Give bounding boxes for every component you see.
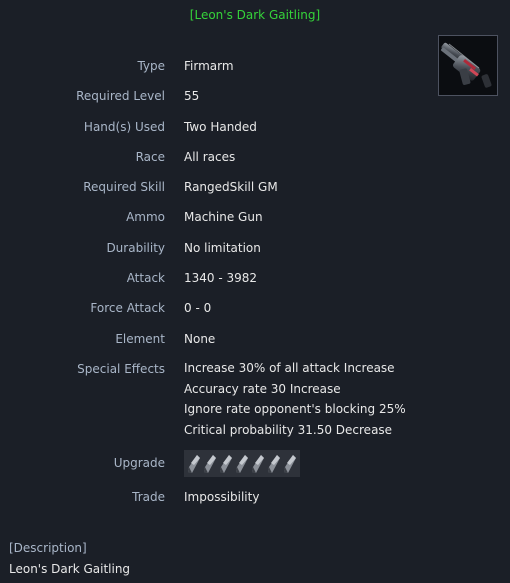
stat-value: 0 - 0 — [184, 301, 212, 315]
talic-crystal-icon — [188, 454, 200, 473]
stat-value: Impossibility — [184, 490, 260, 504]
item-tooltip: [Leon's Dark Gaitling] Type Firmarm Requ… — [0, 0, 510, 583]
stat-row-type: Type Firmarm — [0, 59, 510, 77]
special-effects-list: Increase 30% of all attack Increase Accu… — [184, 361, 406, 443]
stat-row-element: Element None — [0, 332, 510, 350]
stat-label: Special Effects — [77, 362, 165, 376]
stat-value: Machine Gun — [184, 210, 263, 224]
stat-value: RangedSkill GM — [184, 180, 278, 194]
stat-label: Ammo — [126, 210, 165, 224]
stat-row-trade: Trade Impossibility — [0, 490, 510, 508]
talic-crystal-icon — [236, 454, 248, 473]
special-effect-line: Increase 30% of all attack Increase — [184, 361, 395, 375]
stat-row-race: Race All races — [0, 150, 510, 168]
stat-label: Required Level — [76, 89, 165, 103]
stat-label: Trade — [132, 490, 165, 504]
description-header: [Description] — [9, 541, 87, 555]
upgrade-slots — [184, 450, 300, 477]
stat-row-hands-used: Hand(s) Used Two Handed — [0, 120, 510, 138]
stat-value: All races — [184, 150, 236, 164]
stat-row-durability: Durability No limitation — [0, 241, 510, 259]
stat-row-attack: Attack 1340 - 3982 — [0, 271, 510, 289]
item-title: [Leon's Dark Gaitling] — [189, 8, 321, 22]
stat-value: No limitation — [184, 241, 261, 255]
stat-label: Type — [137, 59, 165, 73]
talic-crystal-icon — [204, 454, 216, 473]
stat-row-ammo: Ammo Machine Gun — [0, 210, 510, 228]
talic-crystal-icon — [220, 454, 232, 473]
stat-value: None — [184, 332, 216, 346]
stat-label: Hand(s) Used — [83, 120, 165, 134]
stat-label: Element — [115, 332, 165, 346]
stat-label: Force Attack — [90, 301, 165, 315]
stat-label: Durability — [106, 241, 165, 255]
special-effect-line: Accuracy rate 30 Increase — [184, 381, 341, 396]
stat-label: Upgrade — [113, 456, 165, 470]
stat-value: 55 — [184, 89, 200, 103]
stat-row-required-skill: Required Skill RangedSkill GM — [0, 180, 510, 198]
special-effect-line: Critical probability 31.50 Decrease — [184, 422, 393, 437]
talic-crystal-icon — [252, 454, 264, 473]
stat-value: Two Handed — [184, 120, 257, 134]
talic-crystal-icon — [284, 454, 296, 473]
stat-label: Required Skill — [83, 180, 165, 194]
stat-value: 1340 - 3982 — [184, 271, 258, 285]
stat-value: Firmarm — [184, 59, 234, 73]
talic-crystal-icon — [268, 454, 280, 473]
description-text: Leon's Dark Gaitling — [9, 562, 131, 576]
special-effect-line: Ignore rate opponent's blocking 25% — [184, 402, 406, 416]
stat-row-required-level: Required Level 55 — [0, 89, 510, 107]
stat-label: Race — [135, 150, 165, 164]
stat-label: Attack — [126, 271, 165, 285]
stat-row-force-attack: Force Attack 0 - 0 — [0, 301, 510, 319]
